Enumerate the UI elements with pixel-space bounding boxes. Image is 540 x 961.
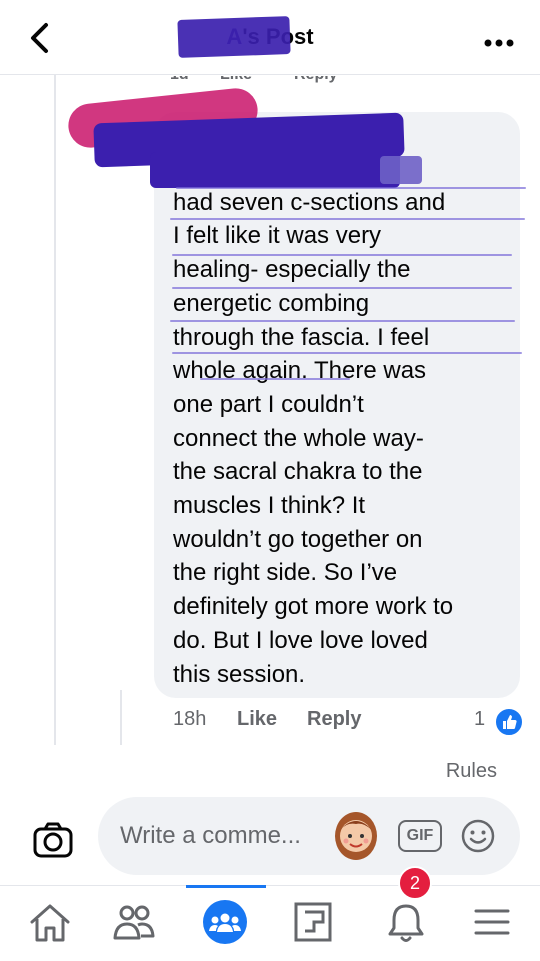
previous-comment-like[interactable]: Like [220, 76, 252, 84]
thread-line [120, 690, 122, 745]
previous-comment-time: 1d [170, 76, 189, 84]
previous-comment-reply[interactable]: Reply [294, 76, 338, 84]
redaction-mark [177, 16, 291, 58]
like-button[interactable]: Like [237, 708, 277, 731]
home-icon [30, 904, 70, 942]
more-options-button[interactable] [484, 24, 514, 55]
nav-home[interactable] [26, 898, 74, 946]
nav-notifications[interactable] [382, 898, 430, 946]
gif-button[interactable]: GIF [398, 820, 442, 852]
scribble-mark [176, 187, 526, 189]
thread-line [54, 75, 56, 745]
reaction-badge[interactable] [494, 707, 524, 737]
notifications-icon [388, 904, 424, 942]
comment-time: 18h [173, 708, 207, 730]
post-header: A's Post [0, 0, 540, 75]
menu-icon [474, 909, 510, 935]
nav-pages[interactable] [290, 898, 338, 946]
notification-badge: 2 [398, 866, 432, 900]
nav-friends[interactable] [110, 898, 158, 946]
scribble-mark [200, 378, 350, 380]
groups-icon [203, 900, 247, 944]
previous-comment-actions: 1d Like Reply [164, 76, 424, 88]
bottom-nav [0, 885, 540, 961]
camera-button[interactable] [32, 820, 74, 860]
comment-text: is I have had seven c-sections and I fel… [173, 155, 454, 688]
redaction-mark [380, 156, 422, 184]
more-horizontal-icon [484, 39, 514, 47]
avatar-sticker-button[interactable] [333, 808, 379, 862]
nav-groups[interactable] [201, 898, 249, 946]
comment-input-placeholder: Write a comme... [120, 822, 301, 849]
redaction-mark [150, 152, 400, 188]
avatar-icon [335, 812, 377, 860]
scribble-mark [170, 320, 515, 322]
scribble-mark [172, 352, 522, 354]
scribble-mark [172, 254, 512, 256]
scribble-mark [172, 287, 512, 289]
friends-icon [113, 905, 155, 940]
thumbs-up-icon [503, 715, 517, 729]
active-tab-indicator [186, 885, 266, 888]
camera-icon [33, 822, 73, 858]
reaction-count[interactable]: 1 [474, 708, 485, 731]
smiley-icon [461, 819, 495, 853]
pages-icon [294, 902, 332, 942]
rules-link[interactable]: Rules [446, 760, 497, 783]
scribble-mark [170, 218, 525, 220]
nav-menu[interactable] [468, 898, 516, 946]
emoji-button[interactable] [460, 818, 496, 854]
reply-button[interactable]: Reply [307, 708, 361, 731]
